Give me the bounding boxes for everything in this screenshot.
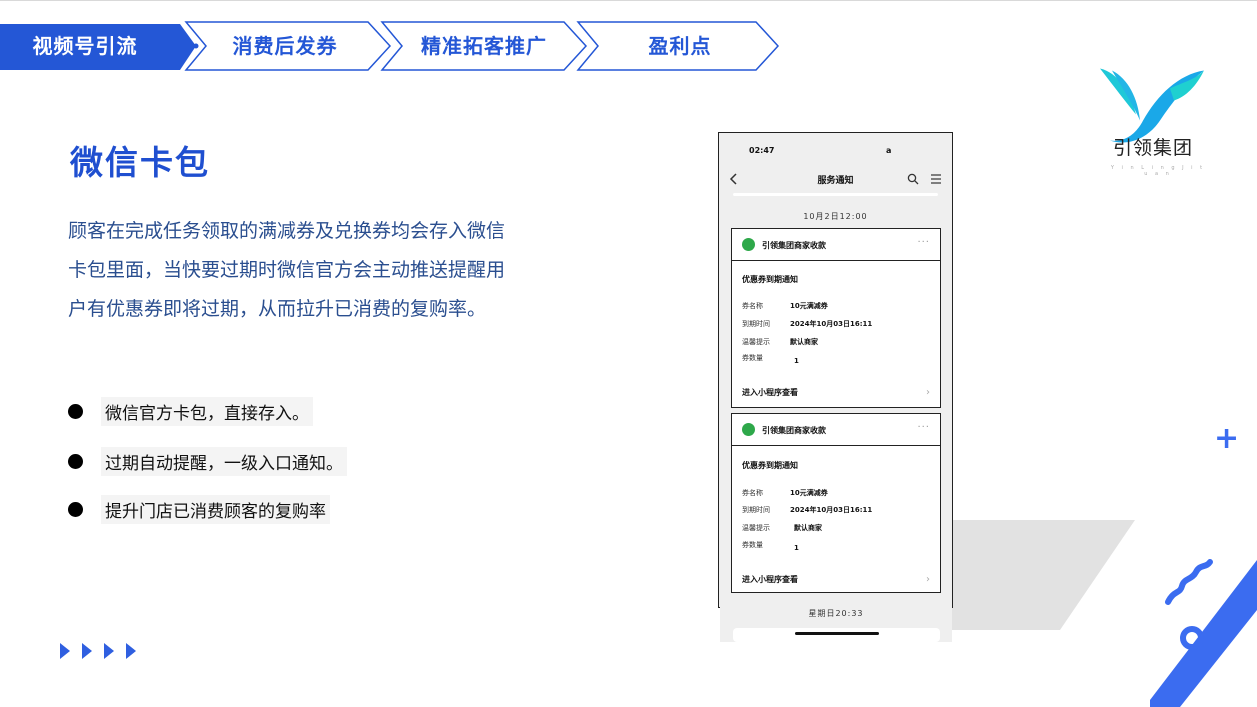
message-date-bottom: 星期日20:33: [808, 609, 864, 618]
description-paragraph: 顾客在完成任务领取的满减券及兑换券均会存入微信卡包里面，当快要过期时微信官方会主…: [68, 220, 506, 320]
field-value: 1: [794, 357, 799, 365]
field-key: 温馨提示: [742, 338, 770, 346]
field-key: 到期时间: [742, 506, 770, 514]
notice-title: 优惠券到期通知: [742, 461, 798, 470]
field-value: 1: [794, 544, 799, 552]
bullet-item: 提升门店已消费顾客的复购率: [68, 494, 330, 524]
bullet-text: 提升门店已消费顾客的复购率: [101, 494, 330, 524]
bullet-text: 微信官方卡包，直接存入。: [101, 396, 313, 426]
field-key: 券数量: [742, 541, 763, 549]
field-value: 10元满减券: [790, 489, 828, 497]
bullet-dot-icon: [68, 453, 83, 469]
phone-screenshot: 02:47 a 服务通知 10月2日12:00 引领集团商家收款 ··· 优惠券…: [718, 132, 953, 608]
sender-avatar: [742, 238, 755, 251]
field-value: 2024年10月03日16:11: [790, 320, 873, 328]
home-indicator: [795, 632, 879, 635]
field-key: 到期时间: [742, 320, 770, 328]
page-title: 微信卡包: [70, 143, 210, 182]
bullet-item: 微信官方卡包，直接存入。: [68, 396, 313, 426]
message-date: 10月2日12:00: [803, 212, 868, 221]
notification-card[interactable]: 引领集团商家收款 ··· 优惠券到期通知 券名称 10元满减券 到期时间 202…: [731, 228, 941, 408]
bullet-dot-icon: [68, 403, 83, 419]
open-miniprogram-link[interactable]: 进入小程序查看: [742, 574, 798, 585]
status-signal: a: [886, 146, 892, 155]
plus-icon: +: [1214, 421, 1240, 456]
tab-post-purchase-coupon[interactable]: 消费后发券: [200, 20, 370, 72]
top-divider: [0, 0, 1257, 1]
field-key: 券名称: [742, 302, 763, 310]
notification-card[interactable]: 引领集团商家收款 ··· 优惠券到期通知 券名称 10元满减券 到期时间 202…: [731, 413, 941, 593]
bullet-item: 过期自动提醒，一级入口通知。: [68, 446, 347, 476]
tab-video-traffic[interactable]: 视频号引流: [0, 20, 170, 72]
more-icon[interactable]: ···: [917, 237, 930, 248]
menu-icon[interactable]: [930, 173, 942, 185]
tab-precise-acquisition[interactable]: 精准拓客推广: [396, 20, 572, 72]
chevron-right-icon: ›: [926, 387, 930, 398]
phone-header: 服务通知: [719, 169, 952, 191]
field-value: 默认商家: [790, 338, 818, 346]
field-value: 默认商家: [794, 524, 822, 532]
field-key: 温馨提示: [742, 524, 770, 532]
field-key: 券名称: [742, 489, 763, 497]
tab-profit-point[interactable]: 盈利点: [592, 20, 768, 72]
sender-name: 引领集团商家收款: [762, 426, 826, 435]
bullet-text: 过期自动提醒，一级入口通知。: [101, 446, 347, 476]
brand-subtitle: Y i n L i n g J i t u a n: [1110, 165, 1206, 177]
sender-avatar: [742, 423, 755, 436]
corner-decoration: [1150, 559, 1257, 707]
chevron-right-icon: ›: [926, 574, 930, 585]
open-miniprogram-link[interactable]: 进入小程序查看: [742, 387, 798, 398]
field-value: 10元满减券: [790, 302, 828, 310]
sender-name: 引领集团商家收款: [762, 241, 826, 250]
field-value: 2024年10月03日16:11: [790, 506, 873, 514]
next-card-peek: [733, 628, 940, 642]
brand-name: 引领集团: [1112, 137, 1193, 159]
phone-shadow: [950, 520, 1135, 630]
status-time: 02:47: [749, 146, 775, 155]
bullet-dot-icon: [68, 501, 83, 517]
card-header: 引领集团商家收款 ···: [732, 414, 940, 446]
more-icon[interactable]: ···: [917, 422, 930, 433]
step-nav: 视频号引流 消费后发券 精准拓客推广 盈利点: [0, 20, 780, 72]
play-arrows-icon: [60, 643, 136, 659]
header-bar: [733, 193, 938, 196]
notice-title: 优惠券到期通知: [742, 275, 798, 284]
search-icon[interactable]: [907, 173, 919, 185]
card-header: 引领集团商家收款 ···: [732, 229, 940, 261]
field-key: 券数量: [742, 354, 763, 362]
